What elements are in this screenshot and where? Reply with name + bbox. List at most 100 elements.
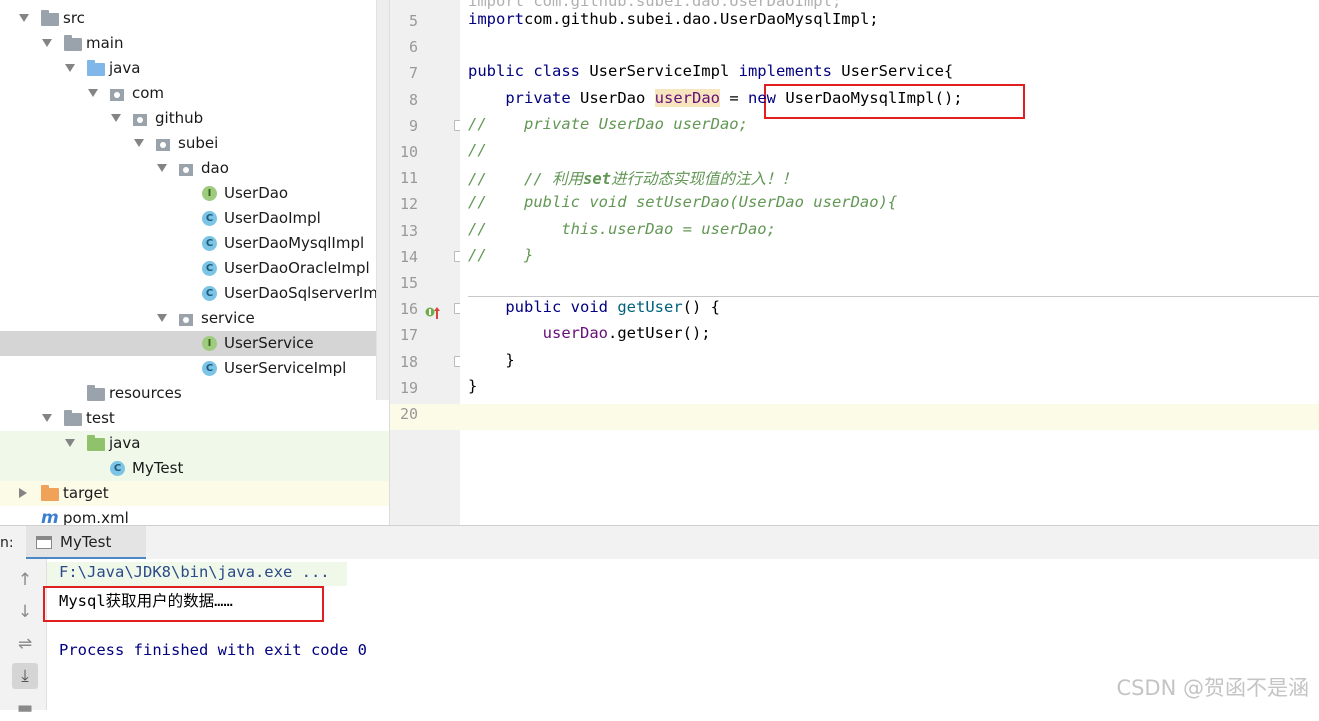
line-number: 16 [399,300,418,319]
chevron-down-icon[interactable] [65,64,75,72]
tree-item-java[interactable]: java [0,56,389,81]
line-number: 13 [399,221,418,240]
tree-item-resources[interactable]: resources [0,381,389,406]
chevron-down-icon[interactable] [134,139,144,147]
soft-wrap-icon[interactable]: ⇌ [12,631,38,657]
tree-item-label: subei [178,134,219,152]
code-line: // private UserDao userDao; [468,115,748,133]
chevron-right-icon[interactable] [19,488,27,498]
interface-icon: I [202,186,217,201]
code-token: // private UserDao userDao; [468,114,748,133]
class-icon: C [202,236,217,251]
code-token: userDao [654,88,720,107]
code-token: implements [738,62,832,81]
tree-item-label: resources [109,384,182,402]
code-editor[interactable]: import com.github.subei.dao.UserDaoImpl;… [460,0,1319,525]
code-line: // } [468,246,533,264]
tree-item-src[interactable]: src [0,6,389,31]
code-line: // // 利用set进行动态实现值的注入！！ [468,167,797,189]
project-tree[interactable]: src main java com github subei dao I UserDao C Use… [0,0,389,525]
chevron-down-icon[interactable] [157,314,167,322]
class-icon: C [202,286,217,301]
run-tool-window-header: n: MyTest [0,525,1319,560]
chevron-down-icon[interactable] [88,89,98,97]
tree-item-com[interactable]: com [0,81,389,106]
chevron-down-icon[interactable] [19,14,29,22]
code-line: // [468,141,487,159]
tree-item-pom-xml[interactable]: m pom.xml [0,506,389,525]
tree-item-label: src [63,9,85,27]
run-toolbar: ↑ ↓ ⇌ ⤓ ▬ [0,559,47,718]
line-number: 12 [399,195,418,214]
implements-gutter-icon[interactable] [425,305,441,324]
line-number: 9 [408,116,418,135]
tree-item-label: github [155,109,204,127]
code-token: } [468,376,478,395]
interface-icon: I [202,336,217,351]
tree-item-userdaoimpl[interactable]: C UserDaoImpl [0,206,389,231]
excluded-folder-icon [41,485,59,501]
line-number: 8 [408,90,418,109]
arrow-down-icon[interactable]: ↓ [12,599,38,625]
chevron-down-icon[interactable] [42,39,52,47]
tree-item-dao[interactable]: dao [0,156,389,181]
code-line: public class UserServiceImpl implements … [468,62,953,80]
tree-item-label: UserDaoMysqlImpl [224,234,365,252]
chevron-down-icon[interactable] [111,114,121,122]
code-line: private UserDao userDao = new UserDaoMys… [468,88,963,107]
tree-item-main[interactable]: main [0,31,389,56]
scroll-to-end-icon[interactable]: ⤓ [12,663,38,689]
partial-top-line: import com.github.subei.dao.UserDaoImpl; [468,0,842,10]
console-line: F:\Java\JDK8\bin\java.exe ... [59,563,330,581]
tree-item-userserviceimpl[interactable]: C UserServiceImpl [0,356,389,381]
tree-item-target[interactable]: target [0,481,389,506]
tree-item-userdaosqlserverim[interactable]: C UserDaoSqlserverIm [0,281,389,306]
tab-label: MyTest [60,533,112,551]
code-token: userDao [542,324,608,343]
console-line: Process finished with exit code 0 [59,641,367,659]
package-icon [133,114,147,126]
code-line: // public void setUserDao(UserDao userDa… [468,193,897,211]
code-line: // this.userDao = userDao; [468,220,776,238]
chevron-down-icon[interactable] [157,164,167,172]
line-number: 15 [399,274,418,292]
code-token: // // 利用 [468,170,583,189]
code-token: UserDao [570,88,655,107]
tree-item-label: UserService [224,334,314,352]
print-icon[interactable]: ▬ [12,695,38,721]
chevron-down-icon[interactable] [65,439,75,447]
class-icon: C [202,261,217,276]
tree-item-label: test [86,409,115,427]
tree-item-label: UserDaoSqlserverIm [224,284,378,302]
current-line-highlight [460,404,1319,430]
tree-item-mytest[interactable]: C MyTest [0,456,389,481]
tree-item-label: java [109,59,141,77]
tree-scrollbar[interactable] [376,0,389,400]
tree-item-service[interactable]: service [0,306,389,331]
code-token: new [747,88,776,107]
tree-item-userdao[interactable]: I UserDao [0,181,389,206]
tree-item-github[interactable]: github [0,106,389,131]
code-token: 进行动态实现值的注入！！ [611,170,798,189]
tree-item-label: UserDaoOracleImpl [224,259,370,277]
arrow-up-icon[interactable]: ↑ [12,567,38,593]
tree-item-userservice[interactable]: I UserService [0,331,389,356]
tree-item-userdaooracleimpl[interactable]: C UserDaoOracleImpl [0,256,389,281]
package-icon [179,164,193,176]
tree-item-java[interactable]: java [0,431,389,456]
code-token: // } [468,245,534,264]
resources-folder-icon [87,385,105,401]
tab-mytest[interactable]: MyTest [26,526,146,560]
tree-item-userdaomysqlimpl[interactable]: C UserDaoMysqlImpl [0,231,389,256]
code-token: getUser [617,298,683,317]
tree-item-test[interactable]: test [0,406,389,431]
code-token: UserService{ [831,62,954,81]
code-token: // [468,141,487,159]
method-separator [468,296,1319,297]
tree-item-subei[interactable]: subei [0,131,389,156]
editor-gutter: 5 6 7 8 9 10 11 12 13 14 15 16 17 18 19 20 [389,0,464,525]
test-folder-icon [87,435,105,451]
chevron-down-icon[interactable] [42,414,52,422]
